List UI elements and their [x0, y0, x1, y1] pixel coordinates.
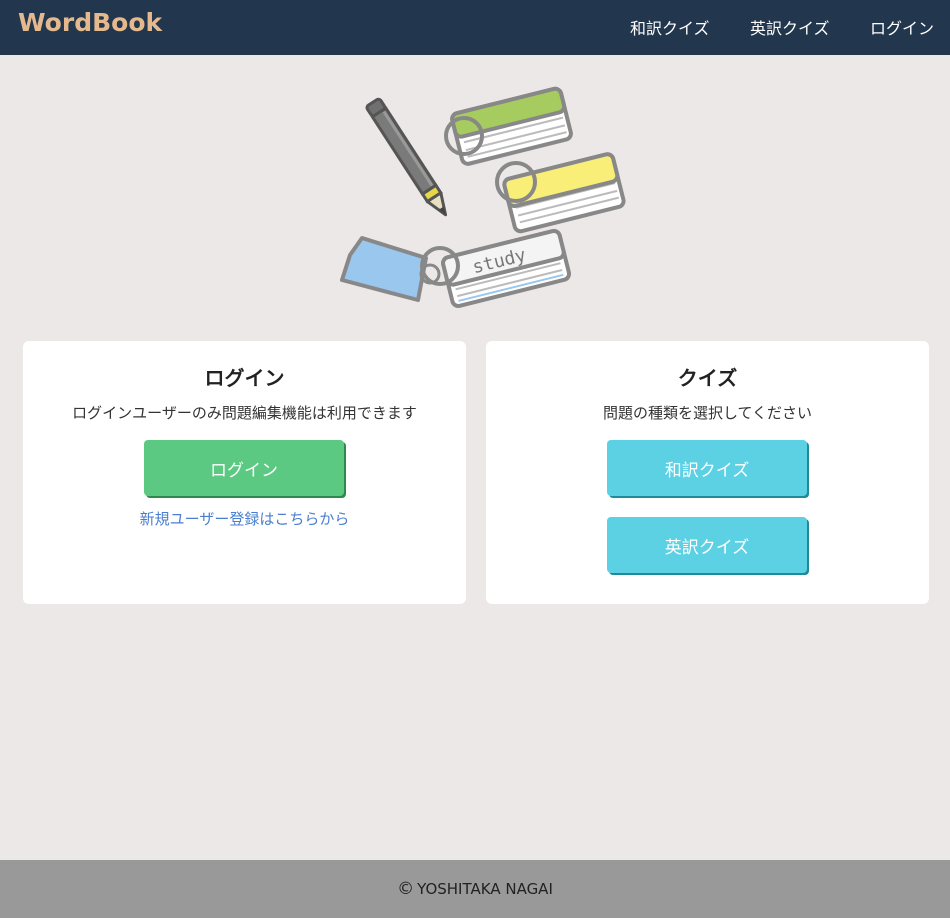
nav-english-quiz[interactable]: 英訳クイズ: [750, 15, 830, 39]
nav-login[interactable]: ログイン: [870, 15, 934, 39]
brand-logo[interactable]: WordBook: [18, 8, 162, 37]
copyright-icon: ©: [397, 879, 415, 899]
quiz-card-title: クイズ: [677, 366, 738, 390]
quiz-card: クイズ 問題の種類を選択してください 和訳クイズ 英訳クイズ: [486, 341, 929, 604]
login-card-description: ログインユーザーのみ問題編集機能は利用できます: [72, 404, 417, 422]
nav-japanese-quiz[interactable]: 和訳クイズ: [630, 15, 710, 39]
top-navbar: WordBook 和訳クイズ 英訳クイズ ログイン: [0, 0, 950, 55]
quiz-card-description: 問題の種類を選択してください: [602, 404, 813, 422]
footer: © YOSHITAKA NAGAI: [0, 860, 950, 918]
login-card: ログイン ログインユーザーのみ問題編集機能は利用できます ログイン 新規ユーザー…: [23, 341, 466, 604]
english-quiz-button[interactable]: 英訳クイズ: [607, 517, 807, 573]
login-button[interactable]: ログイン: [144, 440, 344, 496]
footer-text: YOSHITAKA NAGAI: [417, 880, 553, 898]
japanese-quiz-button[interactable]: 和訳クイズ: [607, 440, 807, 496]
study-hero-illustration: study: [328, 68, 632, 310]
register-link[interactable]: 新規ユーザー登録はこちらから: [23, 508, 466, 529]
login-card-title: ログイン: [204, 366, 285, 390]
flashcards-pencil-icon: study: [340, 86, 626, 308]
